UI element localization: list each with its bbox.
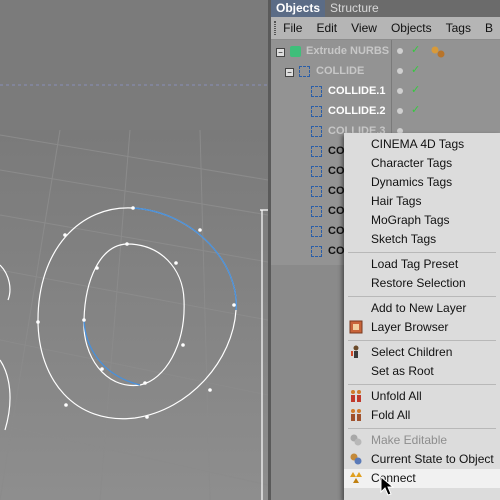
spline-icon <box>299 66 310 77</box>
viewport-canvas[interactable] <box>0 0 268 500</box>
spline-icon <box>311 166 322 177</box>
menu-item-unfold-all[interactable]: Unfold All <box>344 387 500 406</box>
make-editable-icon <box>349 433 363 447</box>
tree-row-collide[interactable]: − COLLIDE ✓ <box>271 62 500 82</box>
tree-row-extrude[interactable]: − Extrude NURBS ✓ <box>271 42 500 62</box>
menu-item-current-state-to-object[interactable]: Current State to Object <box>344 450 500 469</box>
menu-item-select-children[interactable]: Select Children <box>344 343 500 362</box>
tree-label: CO <box>328 165 345 177</box>
spline-icon <box>311 106 322 117</box>
menu-item-character-tags[interactable]: Character Tags <box>344 154 500 173</box>
enabled-check-icon[interactable]: ✓ <box>411 103 420 116</box>
spline-icon <box>311 226 322 237</box>
menu-item-set-as-root[interactable]: Set as Root <box>344 362 500 381</box>
current-state-icon <box>349 452 363 466</box>
enabled-check-icon[interactable]: ✓ <box>411 43 420 56</box>
menu-item-make-editable: Make Editable <box>344 431 500 450</box>
menu-edit[interactable]: Edit <box>309 21 344 35</box>
menu-item-layer-browser[interactable]: Layer Browser <box>344 318 500 337</box>
panel-tabs: Objects Structure <box>271 0 500 17</box>
menu-item-dynamics-tags[interactable]: Dynamics Tags <box>344 173 500 192</box>
menu-view[interactable]: View <box>344 21 384 35</box>
visibility-dots-icon[interactable] <box>397 48 405 56</box>
spline-icon <box>311 126 322 137</box>
unfold-all-icon <box>349 389 363 403</box>
spline-icon <box>311 206 322 217</box>
tree-label: COLLIDE.1 <box>328 85 386 97</box>
menu-item-load-tag-preset[interactable]: Load Tag Preset <box>344 255 500 274</box>
visibility-dots-icon[interactable] <box>397 108 405 116</box>
tag-icon[interactable] <box>431 45 445 59</box>
tree-row-collide-1[interactable]: COLLIDE.1 ✓ <box>271 82 500 102</box>
spline-icon <box>311 146 322 157</box>
menu-separator <box>348 252 496 253</box>
enabled-check-icon[interactable]: ✓ <box>411 83 420 96</box>
menu-item-add-to-new-layer[interactable]: Add to New Layer <box>344 299 500 318</box>
spline-icon <box>311 246 322 257</box>
object-menubar: File Edit View Objects Tags B <box>271 17 500 40</box>
menu-file[interactable]: File <box>276 21 309 35</box>
menu-item-restore-selection[interactable]: Restore Selection <box>344 274 500 293</box>
layer-browser-icon <box>349 320 363 334</box>
menu-separator <box>348 428 496 429</box>
select-children-icon <box>349 345 363 359</box>
tree-label: CO <box>328 145 345 157</box>
fold-toggle-icon[interactable]: − <box>276 48 285 57</box>
spline-icon <box>311 186 322 197</box>
spline-icon <box>311 86 322 97</box>
mouse-cursor-icon <box>380 476 394 496</box>
extrude-nurbs-icon <box>290 46 301 57</box>
connect-icon <box>349 471 363 485</box>
tree-label: COLLIDE.2 <box>328 105 386 117</box>
tree-label: CO <box>328 185 345 197</box>
visibility-dots-icon[interactable] <box>397 68 405 76</box>
fold-toggle-icon[interactable]: − <box>285 68 294 77</box>
enabled-check-icon[interactable]: ✓ <box>411 63 420 76</box>
menu-separator <box>348 340 496 341</box>
tab-objects[interactable]: Objects <box>271 0 326 17</box>
menu-item-sketch-tags[interactable]: Sketch Tags <box>344 230 500 249</box>
tree-label: CO <box>328 225 345 237</box>
menu-bookmarks[interactable]: B <box>478 21 500 35</box>
menu-item-mograph-tags[interactable]: MoGraph Tags <box>344 211 500 230</box>
menu-item-fold-all[interactable]: Fold All <box>344 406 500 425</box>
menu-item-hair-tags[interactable]: Hair Tags <box>344 192 500 211</box>
visibility-dots-icon[interactable] <box>397 88 405 96</box>
menu-tags[interactable]: Tags <box>439 21 478 35</box>
tree-label: CO <box>328 245 345 257</box>
tree-label: CO <box>328 205 345 217</box>
tree-label: COLLIDE <box>316 65 365 77</box>
tab-structure[interactable]: Structure <box>325 0 384 17</box>
tree-row-collide-2[interactable]: COLLIDE.2 ✓ <box>271 102 500 122</box>
menu-separator <box>348 384 496 385</box>
tree-label: Extrude NURBS <box>306 45 390 57</box>
viewport-3d[interactable] <box>0 0 268 500</box>
fold-all-icon <box>349 408 363 422</box>
context-menu: CINEMA 4D Tags Character Tags Dynamics T… <box>344 133 500 500</box>
menu-item-cinema4d-tags[interactable]: CINEMA 4D Tags <box>344 135 500 154</box>
menu-item-connect[interactable]: Connect <box>344 469 500 488</box>
menu-objects[interactable]: Objects <box>384 21 439 35</box>
menu-separator <box>348 296 496 297</box>
